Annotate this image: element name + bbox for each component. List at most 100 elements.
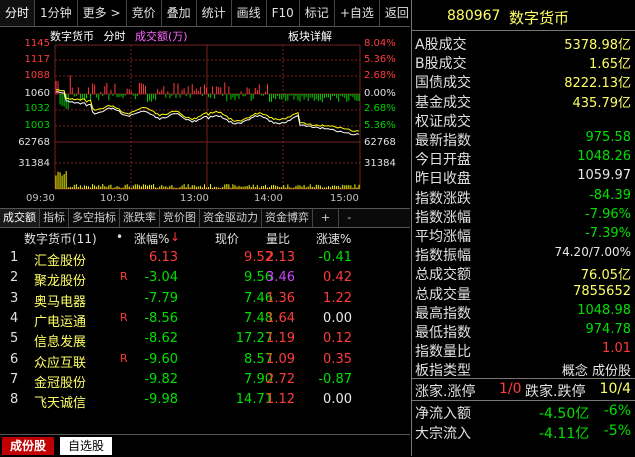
toolbar-1min-button[interactable]: 1分钟 (35, 0, 78, 26)
stat-value: 8222.13亿 (564, 76, 631, 92)
stat-label: 今日开盘 (415, 152, 471, 169)
toolbar-stats-button[interactable]: 统计 (197, 0, 232, 26)
stat-row: 总成交量 7855652 (415, 284, 631, 303)
stat-label: B股成交 (415, 56, 467, 73)
stat-value: 1059.97 (577, 168, 631, 184)
table-row[interactable]: 3 奥马电器 -7.79 7.46 1.36 1.22 (0, 291, 410, 311)
tab-turnover[interactable]: 成交额 (0, 209, 40, 227)
change-pct: 6.13 (149, 250, 178, 265)
stat-row: 最新指数 975.58 (415, 130, 631, 149)
divider (411, 378, 635, 379)
tab-constituents[interactable]: 成份股 (2, 437, 55, 455)
chart-title-mode: 分时 (103, 30, 126, 43)
tab-indicator[interactable]: 指标 (40, 209, 69, 227)
remove-indicator-button[interactable]: - (339, 209, 359, 227)
stat-row: 基金成交 435.79亿 (415, 92, 631, 111)
stat-label: 总成交额 (415, 267, 471, 284)
tab-fund-drive[interactable]: 资金驱动力 (200, 209, 262, 227)
volume-ratio: 1.19 (266, 331, 295, 347)
stock-name: 汇金股份 (34, 254, 87, 269)
price-label-left: 1032 (24, 103, 50, 114)
table-row[interactable]: 4 广电运通 R -8.56 7.48 1.64 0.00 (0, 311, 410, 331)
header-speed[interactable]: 涨速% (316, 230, 351, 247)
speed-pct: 1.22 (323, 290, 352, 306)
row-index: 8 (10, 392, 19, 408)
header-volume-ratio[interactable]: 量比 (266, 230, 290, 247)
table-row[interactable]: 7 金冠股份 -9.82 7.90 2.72 -0.87 (0, 372, 410, 392)
stat-row: 平均涨幅 -7.39% (415, 226, 631, 245)
change-pct: -9.60 (144, 351, 178, 367)
toolbar-f10-button[interactable]: F10 (267, 0, 300, 26)
tab-bull-bear[interactable]: 多空指标 (69, 209, 120, 227)
stat-row: 板指类型 概念 成份股 (415, 360, 631, 379)
table-row[interactable]: 2 聚龙股份 R -3.04 9.56 3.46 0.42 (0, 270, 410, 290)
header-price[interactable]: 现价 (215, 230, 239, 247)
stat-value: 76.05亿 (580, 268, 631, 284)
price-label-left: 1003 (24, 120, 50, 131)
price-label-left: 1060 (24, 88, 50, 99)
tab-fund-game[interactable]: 资金博弈 (262, 209, 313, 227)
table-row[interactable]: 8 飞天诚信 -9.98 14.71 1.12 0.00 (0, 392, 410, 412)
stat-row: B股成交 1.65亿 (415, 53, 631, 72)
volume-ratio: 1.36 (266, 290, 295, 306)
stat-row: 指数量比 1.01 (415, 341, 631, 360)
add-indicator-button[interactable]: + (313, 209, 340, 227)
stat-value: 974.78 (585, 322, 632, 337)
sector-detail-link[interactable]: 板块详解 (288, 28, 332, 44)
flow-row: 大宗流入 -4.11亿 -5% (415, 423, 631, 442)
stat-label: 平均涨幅 (415, 229, 471, 245)
stat-value: 概念 成份股 (561, 364, 631, 380)
stat-value: 5378.98亿 (564, 38, 631, 53)
stat-value: -7.39% (585, 226, 631, 241)
toolbar-back-button[interactable]: 返回 (380, 0, 414, 26)
tab-updown-rate[interactable]: 涨跌率 (120, 209, 160, 227)
header-change-pct[interactable]: 涨幅% (134, 230, 169, 247)
net-inflow-label: 净流入额 (415, 406, 471, 422)
table-row[interactable]: 6 众应互联 R -9.60 8.57 1.09 0.35 (0, 352, 410, 372)
chart-title-name: 数字货币 (50, 30, 94, 43)
row-index: 6 (10, 351, 19, 367)
up-count-value: 1/0 (499, 381, 522, 397)
row-index: 1 (10, 250, 19, 265)
stat-row: 最高指数 1048.98 (415, 303, 631, 322)
down-count-label: 跌家.跌停 (525, 384, 586, 400)
pct-label-right: 2.68% (364, 103, 396, 114)
index-name: 数字货币 (509, 9, 570, 27)
header-name[interactable]: 数字货币(11) (24, 230, 97, 247)
intraday-chart[interactable] (0, 27, 410, 207)
stat-row: 昨日收盘 1059.97 (415, 168, 631, 187)
net-inflow-pct: -6% (603, 403, 631, 419)
stat-row: 总成交额 76.05亿 (415, 264, 631, 283)
header-dot: • (116, 230, 124, 244)
net-inflow-value: -4.50亿 (539, 406, 590, 422)
volume-ratio: 2.13 (266, 250, 295, 265)
chart-toolbar: 分时 1分钟 更多 > 竞价 叠加 统计 画线 F10 标记 +自选 返回 (0, 0, 410, 27)
stat-label: 总成交量 (415, 286, 471, 303)
stat-label: 国债成交 (415, 75, 471, 92)
toolbar-add-favorite-button[interactable]: +自选 (335, 0, 380, 26)
stat-label: 指数涨幅 (415, 209, 471, 226)
row-index: 2 (10, 270, 19, 286)
time-label: 13:00 (180, 193, 209, 204)
toolbar-draw-button[interactable]: 画线 (232, 0, 267, 26)
toolbar-overlay-button[interactable]: 叠加 (162, 0, 197, 26)
tab-watchlist[interactable]: 自选股 (60, 437, 113, 455)
toolbar-mark-button[interactable]: 标记 (300, 0, 335, 26)
tab-auction-chart[interactable]: 竞价图 (160, 209, 200, 227)
volume-ratio: 1.09 (266, 351, 295, 367)
table-row[interactable]: 1 汇金股份 6.13 9.52 2.13 -0.41 (0, 250, 410, 270)
block-inflow-label: 大宗流入 (415, 426, 471, 442)
stat-value: 74.20/7.00% (554, 245, 631, 260)
stat-label: A股成交 (415, 37, 467, 53)
updown-row: 涨家.涨停 1/0 跌家.跌停 10/4 (415, 381, 631, 400)
toolbar-more-button[interactable]: 更多 > (78, 0, 127, 26)
table-row[interactable]: 5 信息发展 -8.62 17.27 1.19 0.12 (0, 331, 410, 351)
toolbar-fenshi-button[interactable]: 分时 (0, 0, 36, 26)
stock-name: 信息发展 (34, 335, 87, 351)
stat-label: 指数振幅 (415, 248, 471, 265)
pct-label-right: 8.04% (364, 38, 396, 49)
volume-ratio: 3.46 (266, 270, 295, 286)
toolbar-auction-button[interactable]: 竞价 (127, 0, 162, 26)
speed-pct: 0.00 (323, 310, 352, 326)
time-label: 14:00 (254, 193, 283, 204)
